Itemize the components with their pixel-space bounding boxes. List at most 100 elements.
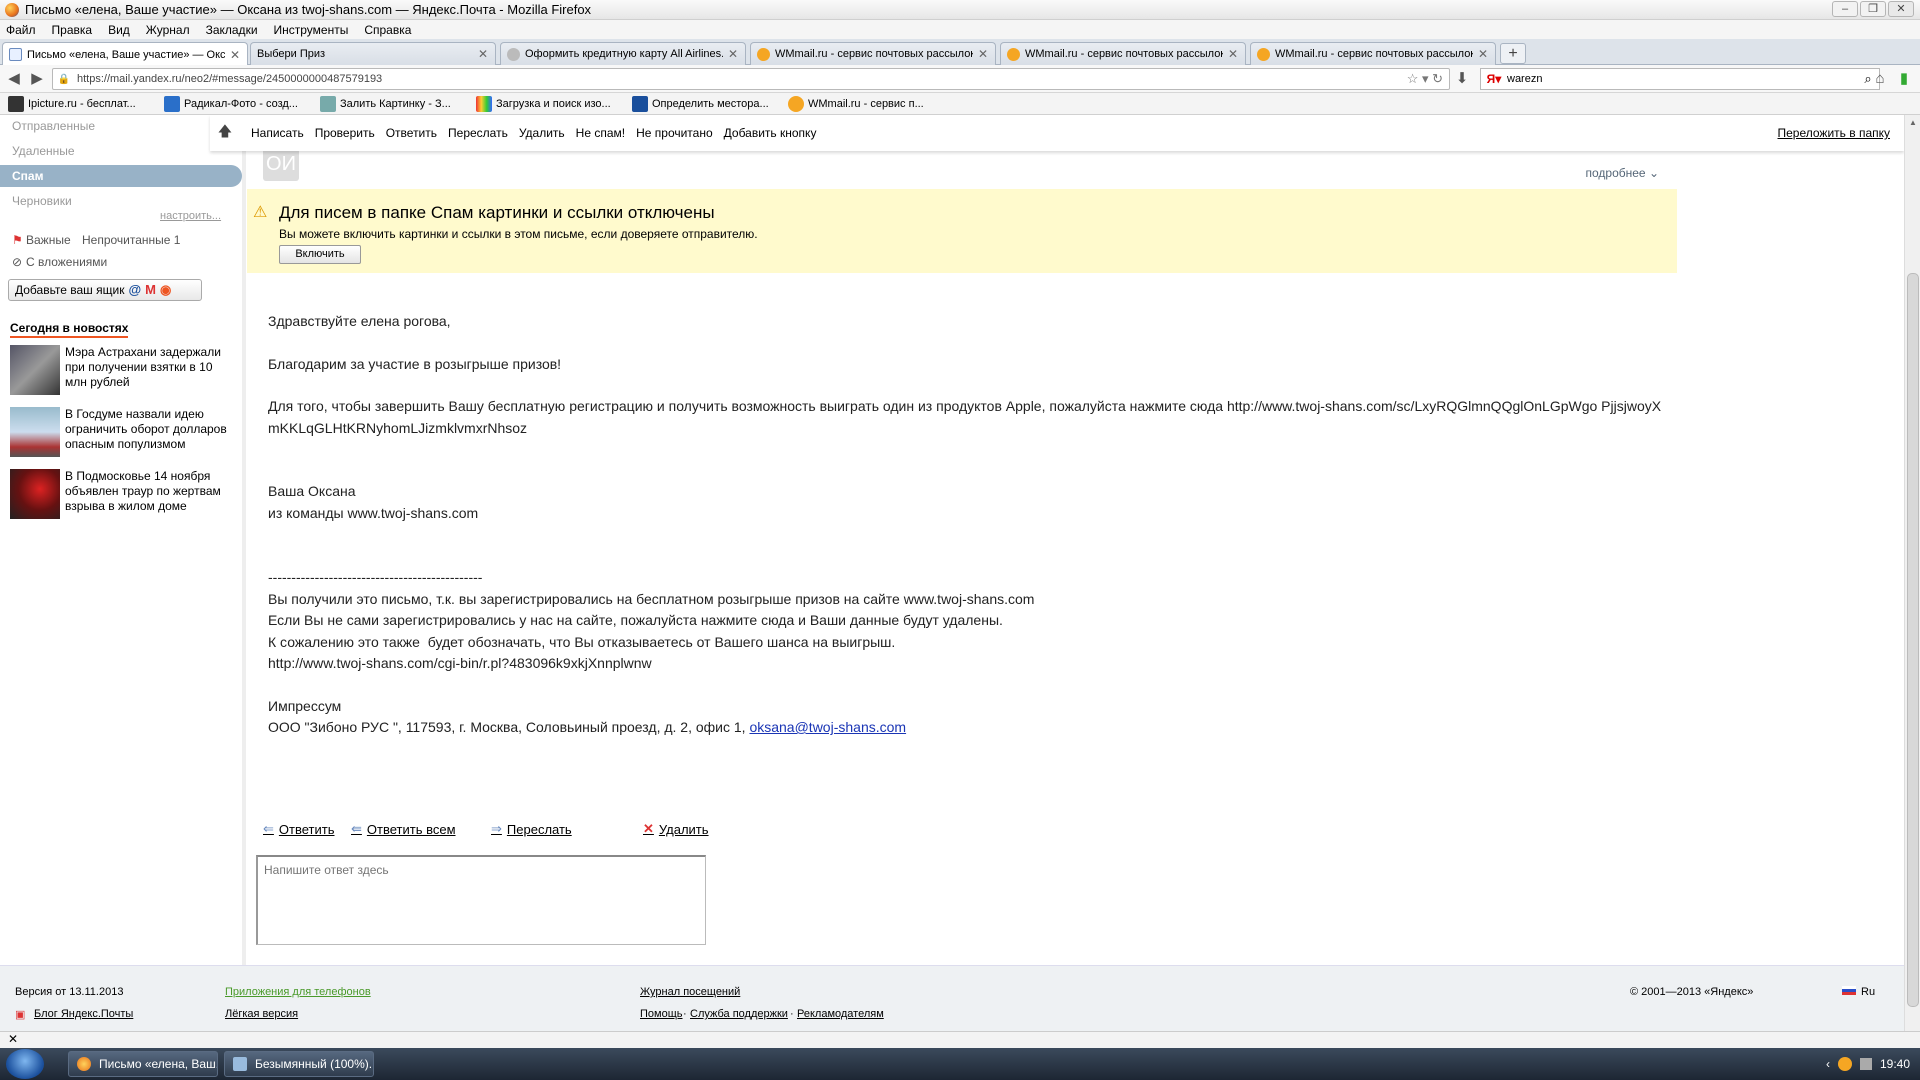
footer-line-1: Вы получили это письмо, т.к. вы зарегист…: [268, 590, 1035, 607]
spam-notice-heading: Для писем в папке Спам картинки и ссылки…: [279, 203, 715, 222]
menu-history[interactable]: Журнал: [146, 23, 190, 37]
help-link[interactable]: Помощь: [640, 1008, 683, 1020]
bookmark-label: Определить местора...: [652, 97, 769, 110]
bookmark-upload-picture[interactable]: Залить Картинку - З...: [320, 95, 468, 112]
up-arrow-icon[interactable]: 🡅: [210, 121, 240, 145]
folder-sent[interactable]: Отправленные: [0, 115, 242, 137]
mark-unread-button[interactable]: Не прочитано: [636, 126, 713, 140]
menu-help[interactable]: Справка: [364, 23, 411, 37]
visit-log-link[interactable]: Журнал посещений: [640, 986, 740, 998]
minimize-button[interactable]: –: [1832, 1, 1858, 17]
menu-view[interactable]: Вид: [108, 23, 130, 37]
tab-yandex-mail[interactable]: Письмо «елена, Ваше участие» — Окс... ✕: [2, 42, 248, 66]
version-text: Версия от 13.11.2013: [15, 986, 124, 998]
tab-close-icon[interactable]: ✕: [477, 47, 489, 61]
bookmark-wmmail[interactable]: WMmail.ru - сервис п...: [788, 95, 936, 112]
delete-button[interactable]: Удалить: [519, 126, 565, 140]
filter-important[interactable]: Важные: [26, 233, 71, 247]
mobile-apps-link[interactable]: Приложения для телефонов: [225, 986, 371, 998]
back-arrow-icon[interactable]: ◀: [4, 69, 24, 89]
taskbar-paint[interactable]: Безымянный (100%)...: [224, 1051, 374, 1077]
advertisers-link[interactable]: Рекламодателям: [797, 1008, 884, 1020]
tab-wmmail-3[interactable]: WMmail.ru - сервис почтовых рассылок... …: [1250, 42, 1496, 65]
bookmark-image-search[interactable]: Загрузка и поиск изо...: [476, 95, 624, 112]
yandex-search-icon[interactable]: Я▾: [1481, 72, 1507, 86]
footer-line-2: Если Вы не сами зарегистрировались у нас…: [268, 612, 1003, 628]
support-link[interactable]: Служба поддержки: [690, 1008, 788, 1020]
download-icon[interactable]: ⬇: [1452, 69, 1472, 89]
tab-close-icon[interactable]: ✕: [229, 48, 241, 62]
forward-button[interactable]: Переслать: [448, 126, 508, 140]
close-button[interactable]: ✕: [1888, 1, 1914, 17]
sender-email-link[interactable]: oksana@twoj-shans.com: [749, 719, 906, 735]
menu-tools[interactable]: Инструменты: [274, 23, 349, 37]
menu-bookmarks[interactable]: Закладки: [206, 23, 258, 37]
reply-textarea[interactable]: [258, 857, 705, 944]
setup-link[interactable]: настроить...: [160, 210, 221, 222]
copyright[interactable]: © 2001—2013 «Яндекс»: [1630, 986, 1753, 998]
bookmark-ip-location[interactable]: Определить местора...: [632, 95, 780, 112]
tab-close-icon[interactable]: ✕: [977, 47, 989, 61]
network-icon[interactable]: [1859, 1058, 1872, 1070]
filter-attachments[interactable]: С вложениями: [26, 255, 107, 269]
new-tab-button[interactable]: +: [1500, 43, 1526, 64]
move-to-folder-button[interactable]: Переложить в папку: [1778, 126, 1891, 140]
menu-file[interactable]: Файл: [6, 23, 36, 37]
compose-button[interactable]: Написать: [251, 126, 304, 140]
details-link[interactable]: подробнее ⌄: [1585, 166, 1659, 180]
scroll-up-icon[interactable]: ▲: [1905, 118, 1920, 127]
maximize-button[interactable]: ❐: [1860, 1, 1886, 17]
tray-app-icon[interactable]: [1837, 1057, 1852, 1071]
forward-link[interactable]: ⇒ Переслать: [491, 821, 572, 837]
start-button[interactable]: [6, 1049, 44, 1079]
home-icon[interactable]: ⌂: [1870, 69, 1890, 89]
page-scrollbar[interactable]: ▲ ▼: [1904, 115, 1920, 1048]
blog-link[interactable]: Блог Яндекс.Почты: [34, 1008, 133, 1020]
find-bar-close-icon[interactable]: ✕: [8, 1032, 18, 1046]
not-spam-button[interactable]: Не спам!: [576, 126, 625, 140]
news-thumbnail: [10, 345, 60, 395]
news-item[interactable]: В Госдуме назвали идею ограничить оборот…: [10, 407, 235, 459]
enable-images-button[interactable]: Включить: [279, 245, 361, 264]
taskbar-firefox[interactable]: Письмо «елена, Ваш...: [68, 1051, 218, 1077]
tab-close-icon[interactable]: ✕: [1477, 47, 1489, 61]
tray-expand-icon[interactable]: ‹: [1826, 1048, 1830, 1080]
check-button[interactable]: Проверить: [315, 126, 375, 140]
folder-deleted[interactable]: Удаленные: [0, 140, 242, 162]
tab-credit-card[interactable]: Оформить кредитную карту All Airlines...…: [500, 42, 746, 65]
lite-version-link[interactable]: Лёгкая версия: [225, 1008, 298, 1020]
news-text: Мэра Астрахани задержали при получении в…: [65, 345, 221, 389]
folder-drafts[interactable]: Черновики: [0, 190, 242, 212]
url-input[interactable]: [71, 73, 1379, 85]
reply-button[interactable]: Ответить: [386, 126, 437, 140]
mail-icon: [9, 48, 22, 61]
reply-link[interactable]: ⇐ Ответить: [263, 821, 334, 837]
clock[interactable]: 19:40: [1880, 1048, 1910, 1080]
add-button-button[interactable]: Добавить кнопку: [724, 126, 817, 140]
tab-wmmail-2[interactable]: WMmail.ru - сервис почтовых рассылок... …: [1000, 42, 1246, 65]
delete-link[interactable]: ✕ Удалить: [643, 821, 709, 837]
tab-close-icon[interactable]: ✕: [727, 47, 739, 61]
reply-all-link[interactable]: ⇚ Ответить всем: [351, 821, 456, 837]
russian-flag-icon: [1842, 986, 1856, 995]
add-mailbox-button[interactable]: Добавьте ваш ящик @ M ◉: [8, 279, 202, 301]
folder-spam[interactable]: Спам: [0, 165, 242, 187]
bookmark-radikal[interactable]: Радикал-Фото - созд...: [164, 95, 312, 112]
bookmark-star-icon[interactable]: ☆ ▾ ↻: [1379, 71, 1449, 87]
scroll-thumb[interactable]: [1907, 273, 1919, 1007]
menu-edit[interactable]: Правка: [52, 23, 93, 37]
tab-close-icon[interactable]: ✕: [1227, 47, 1239, 61]
wmmail-icon: [1007, 47, 1020, 61]
warning-icon: ⚠: [253, 204, 268, 221]
news-item[interactable]: В Подмосковье 14 ноября объявлен траур п…: [10, 469, 235, 521]
search-input[interactable]: [1507, 73, 1857, 85]
forward-arrow-icon[interactable]: ▶: [27, 69, 47, 89]
ipicture-icon: [8, 95, 24, 112]
filter-unread[interactable]: Непрочитанные 1: [82, 233, 180, 247]
bookmark-ipicture[interactable]: Ipicture.ru - бесплат...: [8, 95, 156, 112]
tab-wmmail-1[interactable]: WMmail.ru - сервис почтовых рассылок... …: [750, 42, 996, 65]
news-item[interactable]: Мэра Астрахани задержали при получении в…: [10, 345, 235, 397]
tab-choose-prize[interactable]: Выбери Приз ✕: [250, 42, 496, 65]
bookmarks-bar: Ipicture.ru - бесплат... Радикал-Фото - …: [0, 93, 1920, 115]
language-switch[interactable]: Ru: [1861, 986, 1875, 998]
